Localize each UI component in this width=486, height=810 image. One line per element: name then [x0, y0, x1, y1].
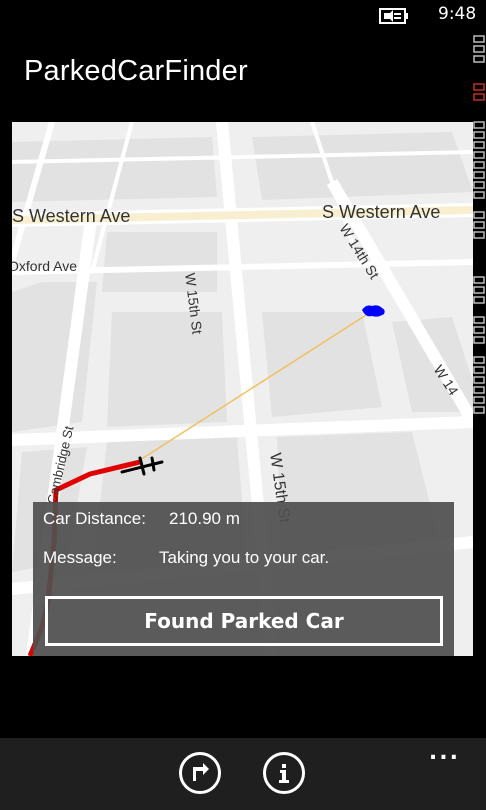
page-title: ParkedCarFinder: [24, 55, 248, 87]
status-bar: 9:48: [0, 0, 486, 32]
street-label-western-right: S Western Ave: [322, 202, 441, 222]
debug-counter-strip: [473, 35, 485, 414]
distance-value: 210.90 m: [169, 509, 240, 528]
message-label: Message:: [43, 548, 117, 567]
message-value: Taking you to your car.: [159, 548, 330, 567]
info-button[interactable]: [263, 752, 305, 794]
distance-label: Car Distance:: [43, 509, 146, 528]
info-icon: [279, 764, 289, 783]
more-menu-icon[interactable]: ...: [429, 740, 460, 765]
directions-button[interactable]: [179, 752, 221, 794]
street-label-western-left: S Western Ave: [12, 206, 131, 226]
battery-charging-icon: [379, 8, 408, 24]
street-label-oxford: Oxford Ave: [12, 258, 78, 274]
application-bar: ...: [0, 738, 486, 810]
clock: 9:48: [438, 4, 477, 24]
info-panel: Car Distance: 210.90 m Message: Taking y…: [33, 502, 454, 656]
found-parked-car-button[interactable]: Found Parked Car: [45, 596, 443, 646]
directions-icon: [193, 763, 209, 781]
